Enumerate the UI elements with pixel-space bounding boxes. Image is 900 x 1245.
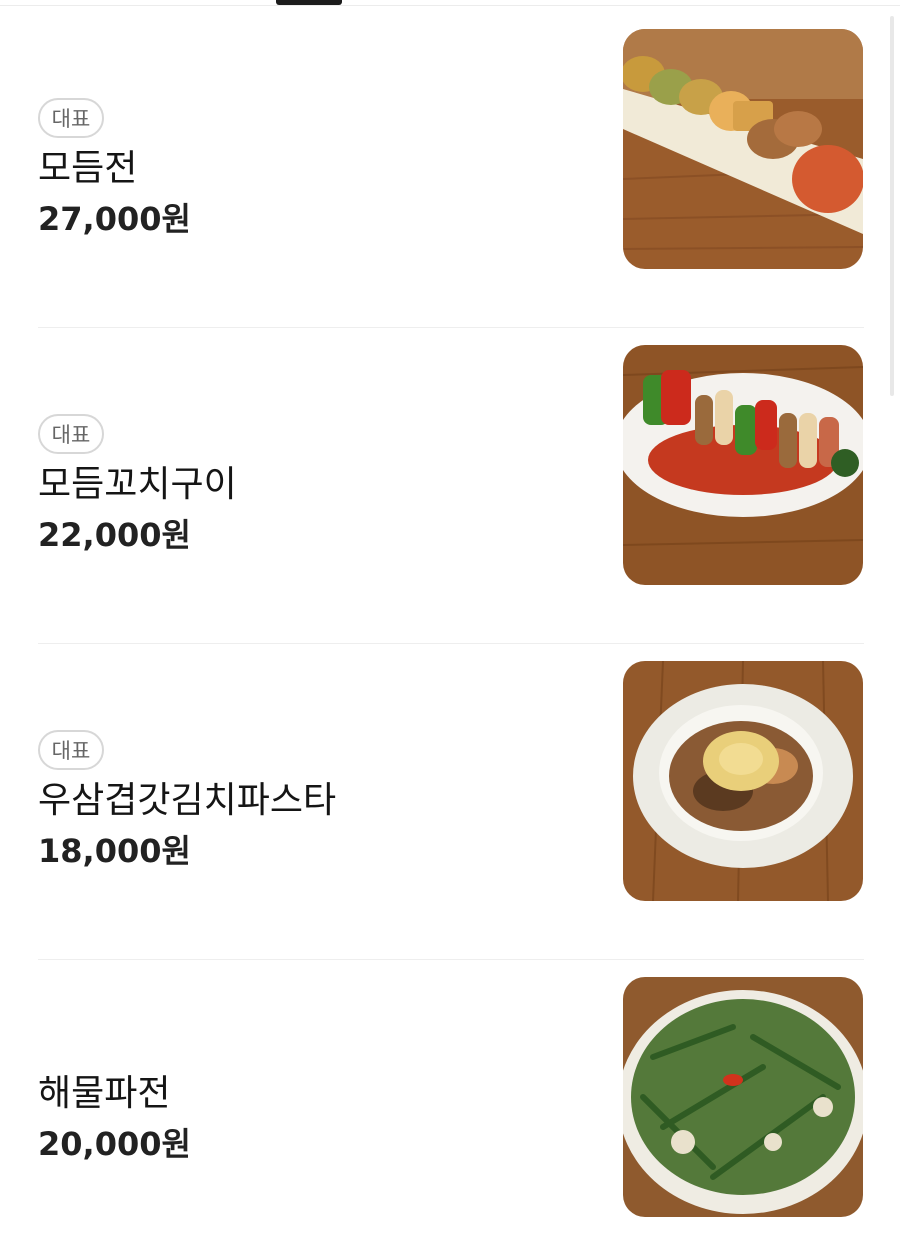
spaghetti-center bbox=[719, 743, 763, 775]
menu-item-photo[interactable] bbox=[623, 661, 863, 901]
menu-page: 대표 모듬전 27,000원 대표 모듬꼬치구이 22,000원 대표 우삼겹갓… bbox=[0, 0, 900, 1245]
jeon-platter-image bbox=[623, 29, 863, 269]
menu-list: 대표 모듬전 27,000원 대표 모듬꼬치구이 22,000원 대표 우삼겹갓… bbox=[38, 12, 864, 1245]
menu-item-price: 20,000원 bbox=[38, 1124, 191, 1163]
menu-item-price: 22,000원 bbox=[38, 516, 191, 555]
active-tab-indicator bbox=[276, 0, 342, 5]
menu-item-name: 모듬꼬치구이 bbox=[38, 464, 237, 506]
menu-item-photo[interactable] bbox=[623, 29, 863, 269]
category-tab-bar bbox=[0, 0, 900, 6]
menu-item-price: 27,000원 bbox=[38, 200, 191, 239]
scrollbar[interactable] bbox=[890, 16, 894, 396]
signature-badge: 대표 bbox=[38, 98, 104, 139]
menu-item[interactable]: 대표 모듬전 27,000원 bbox=[38, 12, 864, 328]
menu-item-name: 해물파전 bbox=[38, 1072, 171, 1114]
menu-item-info: 해물파전 20,000원 bbox=[38, 960, 598, 1245]
menu-item-photo[interactable] bbox=[623, 977, 863, 1217]
signature-badge: 대표 bbox=[38, 414, 104, 455]
menu-item-price: 18,000원 bbox=[38, 832, 191, 871]
seafood-pancake-image bbox=[623, 977, 863, 1217]
signature-badge: 대표 bbox=[38, 730, 104, 771]
menu-item[interactable]: 해물파전 20,000원 bbox=[38, 960, 864, 1245]
menu-item-info: 대표 모듬꼬치구이 22,000원 bbox=[38, 328, 598, 643]
menu-item-info: 대표 모듬전 27,000원 bbox=[38, 12, 598, 327]
menu-item[interactable]: 대표 모듬꼬치구이 22,000원 bbox=[38, 328, 864, 644]
menu-item-photo[interactable] bbox=[623, 345, 863, 585]
menu-item-name: 모듬전 bbox=[38, 148, 138, 190]
menu-item[interactable]: 대표 우삼겹갓김치파스타 18,000원 bbox=[38, 644, 864, 960]
skewer-plate-image bbox=[623, 345, 863, 585]
pasta-plate-image bbox=[623, 661, 863, 901]
menu-item-name: 우삼겹갓김치파스타 bbox=[38, 780, 337, 822]
red-pepper bbox=[723, 1074, 743, 1086]
menu-item-info: 대표 우삼겹갓김치파스타 18,000원 bbox=[38, 644, 598, 959]
